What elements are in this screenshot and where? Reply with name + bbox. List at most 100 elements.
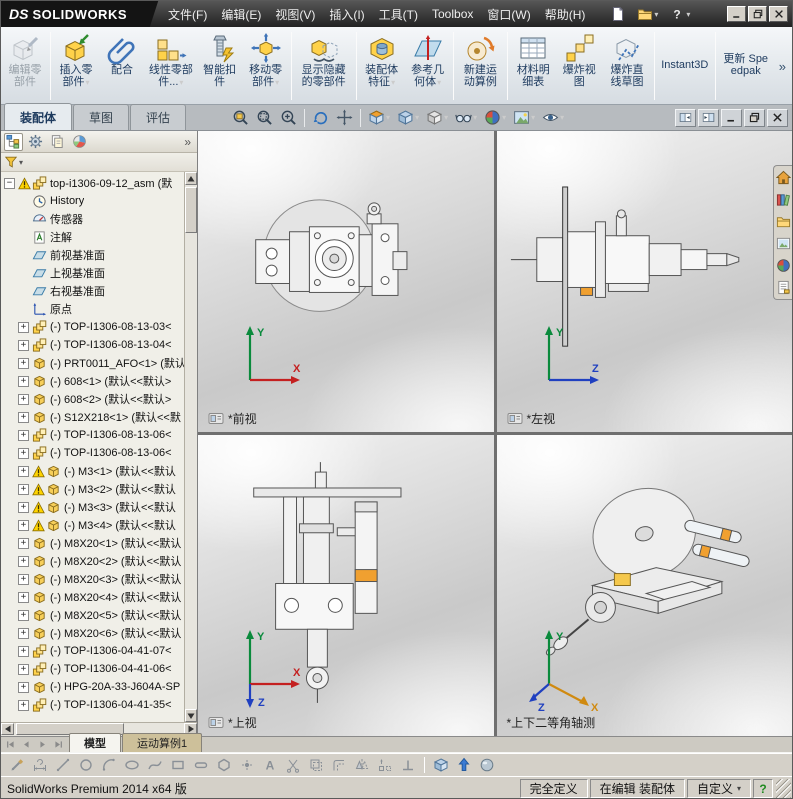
menu-edit[interactable]: 编辑(E) [214, 1, 268, 28]
expand-toggle[interactable]: + [18, 591, 29, 603]
tree-item[interactable]: 前视基准面 [1, 246, 184, 264]
next-tab-button[interactable] [35, 738, 50, 751]
expand-toggle[interactable]: + [18, 681, 29, 693]
displaymanager-tab[interactable] [70, 133, 89, 151]
tree-vertical-scrollbar[interactable] [184, 172, 197, 722]
tree-item[interactable]: History [1, 192, 184, 210]
new-document-button[interactable] [606, 4, 630, 24]
view-palette-tab[interactable] [776, 236, 791, 251]
expand-toggle[interactable]: + [18, 339, 29, 351]
instant3d-arrow-button[interactable] [453, 755, 475, 775]
expand-toggle[interactable]: + [18, 447, 29, 459]
smart-fasteners-button[interactable]: 智能扣件 [197, 29, 243, 103]
tree-item[interactable]: 传感器 [1, 210, 184, 228]
expand-toggle[interactable]: + [18, 537, 29, 549]
split-right-button[interactable] [698, 108, 719, 127]
view-orientation-button[interactable]: ▾ [394, 107, 422, 129]
prev-tab-button[interactable] [19, 738, 34, 751]
expand-toggle[interactable]: + [18, 573, 29, 585]
featuremanager-tab[interactable] [4, 132, 23, 151]
offset-entities-button[interactable] [328, 755, 350, 775]
tree-item[interactable]: 上视基准面 [1, 264, 184, 282]
hide-show-items-button[interactable]: ▾ [452, 107, 480, 129]
slot-button[interactable] [190, 755, 212, 775]
tab-motion-study[interactable]: 运动算例1 [122, 733, 203, 752]
expand-toggle[interactable]: + [18, 645, 29, 657]
zoom-in-out-button[interactable] [277, 107, 300, 129]
pan-button[interactable] [333, 107, 356, 129]
tree-item[interactable]: + (-) PRT0011_AFO<1> (默认 [1, 354, 184, 372]
linear-sketch-pattern-button[interactable] [374, 755, 396, 775]
expand-toggle[interactable]: + [18, 609, 29, 621]
polygon-button[interactable] [213, 755, 235, 775]
viewport-front[interactable]: YX *前视 [198, 131, 494, 432]
first-tab-button[interactable] [3, 738, 18, 751]
menu-toolbox[interactable]: Toolbox [425, 2, 480, 26]
tree-item[interactable]: + (-) M8X20<1> (默认<<默认 [1, 534, 184, 552]
reference-geometry-button[interactable]: 参考几何体▾ [405, 29, 451, 103]
custom-properties-tab[interactable] [776, 280, 791, 295]
appearances-tab[interactable] [776, 258, 791, 273]
menu-file[interactable]: 文件(F) [161, 1, 214, 28]
tree-item[interactable]: + (-) M3<4> (默认<<默认 [1, 516, 184, 534]
expand-toggle[interactable]: + [18, 501, 29, 513]
filter-button[interactable]: ▾ [4, 155, 23, 169]
explode-line-sketch-button[interactable]: 爆炸直线草图 [602, 29, 652, 103]
resize-grip[interactable] [776, 779, 791, 798]
tree-item[interactable]: + (-) 608<2> (默认<<默认> [1, 390, 184, 408]
trim-entities-button[interactable] [282, 755, 304, 775]
close-button[interactable] [769, 6, 788, 22]
menu-tools[interactable]: 工具(T) [372, 1, 425, 28]
scrollbar-thumb[interactable] [185, 187, 197, 233]
tree-item[interactable]: + (-) S12X218<1> (默认<<默 [1, 408, 184, 426]
exploded-view-button[interactable]: 爆炸视图 [556, 29, 602, 103]
section-view-button[interactable]: ▾ [365, 107, 393, 129]
file-explorer-tab[interactable] [776, 214, 791, 229]
expand-toggle[interactable]: + [18, 393, 29, 405]
zoom-area-button[interactable] [253, 107, 276, 129]
tree-item[interactable]: + (-) TOP-I1306-04-41-07< [1, 642, 184, 660]
menu-help[interactable]: 帮助(H) [538, 1, 593, 28]
expand-toggle[interactable]: + [18, 429, 29, 441]
scroll-down-button[interactable] [185, 709, 197, 722]
propertymanager-tab[interactable] [26, 133, 45, 151]
expand-toggle[interactable]: + [18, 627, 29, 639]
expand-toggle[interactable]: − [4, 177, 15, 189]
linear-component-pattern-button[interactable]: 线性零部件...▾ [145, 29, 197, 103]
tree-item[interactable]: + (-) M8X20<3> (默认<<默认 [1, 570, 184, 588]
open-document-button[interactable]: ▾ [633, 4, 662, 24]
expand-toggle[interactable]: + [18, 663, 29, 675]
last-tab-button[interactable] [51, 738, 66, 751]
expand-toggle[interactable]: + [18, 411, 29, 423]
move-component-button[interactable]: 移动零部件▾ [243, 29, 289, 103]
rotate-view-button[interactable] [309, 107, 332, 129]
viewport-isometric[interactable]: Y X Z *上下二等角轴测 [496, 435, 792, 736]
ellipse-button[interactable] [121, 755, 143, 775]
smart-dimension-button[interactable] [29, 755, 51, 775]
arc-button[interactable] [98, 755, 120, 775]
scroll-left-button[interactable] [1, 723, 14, 735]
tree-item[interactable]: + (-) M3<3> (默认<<默认 [1, 498, 184, 516]
mate-button[interactable]: 配合 [99, 29, 145, 103]
doc-minimize-button[interactable] [721, 108, 742, 127]
doc-restore-button[interactable] [744, 108, 765, 127]
display-relations-button[interactable] [397, 755, 419, 775]
apply-scene-button[interactable]: ▾ [510, 107, 538, 129]
configurationmanager-tab[interactable] [48, 133, 67, 151]
circle-button[interactable] [75, 755, 97, 775]
tab-model[interactable]: 模型 [69, 733, 121, 752]
new-motion-study-button[interactable]: 新建运动算例 [456, 29, 506, 103]
convert-entities-button[interactable] [305, 755, 327, 775]
doc-close-button[interactable] [767, 108, 788, 127]
edit-appearance-button[interactable]: ▾ [481, 107, 509, 129]
view-cube-button[interactable] [430, 755, 452, 775]
tree-item[interactable]: 原点 [1, 300, 184, 318]
tree-item[interactable]: + (-) 608<1> (默认<<默认> [1, 372, 184, 390]
render-sphere-button[interactable] [476, 755, 498, 775]
customize-menu[interactable]: 自定义 ▾ [686, 779, 751, 798]
mirror-entities-button[interactable] [351, 755, 373, 775]
view-settings-button[interactable]: ▾ [539, 107, 567, 129]
minimize-button[interactable] [727, 6, 746, 22]
solidworks-resources-tab[interactable] [775, 170, 791, 185]
tree-item[interactable]: + (-) TOP-I1306-08-13-03< [1, 318, 184, 336]
